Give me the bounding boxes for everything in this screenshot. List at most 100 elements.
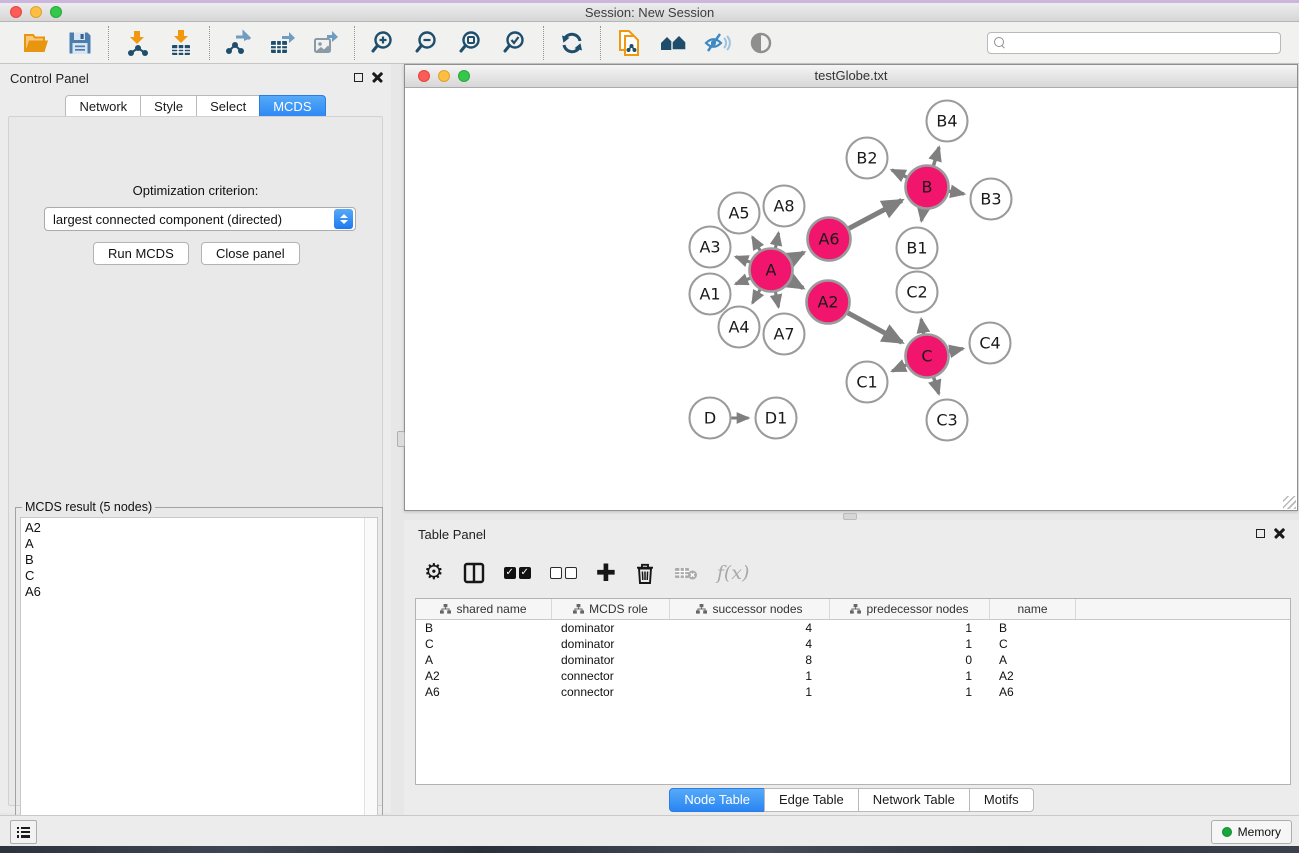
- export-image-button[interactable]: [311, 28, 341, 58]
- delete-column-trash-icon[interactable]: [635, 558, 655, 588]
- duplicate-network-button[interactable]: [614, 28, 644, 58]
- show-columns-icon[interactable]: [463, 558, 485, 588]
- select-all-columns-icon[interactable]: ✓✓: [504, 558, 531, 588]
- network-node-C2[interactable]: C2: [897, 272, 938, 313]
- splitter-knob-left[interactable]: [397, 431, 405, 447]
- table-row[interactable]: A2connector11A2: [416, 668, 1290, 684]
- network-node-B2[interactable]: B2: [847, 138, 888, 179]
- network-node-C4[interactable]: C4: [970, 323, 1011, 364]
- edge-B-B4[interactable]: [934, 147, 939, 165]
- edge-A-A2[interactable]: [791, 281, 804, 288]
- close-panel-button[interactable]: Close panel: [201, 242, 300, 265]
- column-header-successor-nodes[interactable]: successor nodes: [670, 599, 830, 619]
- close-network-button[interactable]: [418, 70, 430, 82]
- float-panel-icon[interactable]: [354, 73, 363, 82]
- result-item[interactable]: A6: [25, 584, 377, 600]
- import-table-button[interactable]: [166, 28, 196, 58]
- result-item[interactable]: B: [25, 552, 377, 568]
- column-header-shared-name[interactable]: shared name: [416, 599, 552, 619]
- close-table-panel-icon[interactable]: [1274, 528, 1285, 539]
- zoom-out-button[interactable]: [412, 28, 442, 58]
- edge-C-C3[interactable]: [934, 377, 939, 393]
- edge-B-B2[interactable]: [892, 170, 907, 177]
- edge-A-A5[interactable]: [752, 237, 760, 250]
- network-node-A8[interactable]: A8: [764, 186, 805, 227]
- table-tab-network-table[interactable]: Network Table: [858, 788, 970, 812]
- network-node-B[interactable]: B: [906, 166, 949, 209]
- table-row[interactable]: A6connector11A6: [416, 684, 1290, 700]
- network-node-A6[interactable]: A6: [808, 218, 851, 261]
- network-node-B4[interactable]: B4: [927, 101, 968, 142]
- network-node-A3[interactable]: A3: [690, 227, 731, 268]
- edge-A-A6[interactable]: [791, 252, 804, 259]
- edge-A2-C[interactable]: [848, 313, 902, 343]
- table-tab-edge-table[interactable]: Edge Table: [764, 788, 859, 812]
- splitter-knob-bottom[interactable]: [843, 513, 857, 520]
- task-history-button[interactable]: [10, 820, 37, 844]
- show-all-button[interactable]: [746, 28, 776, 58]
- zoom-network-button[interactable]: [458, 70, 470, 82]
- float-table-panel-icon[interactable]: [1256, 529, 1265, 538]
- network-node-A7[interactable]: A7: [764, 314, 805, 355]
- network-node-C3[interactable]: C3: [927, 400, 968, 441]
- network-node-A5[interactable]: A5: [719, 193, 760, 234]
- result-scrollbar[interactable]: [364, 518, 377, 843]
- search-field[interactable]: [987, 32, 1281, 54]
- first-neighbors-button[interactable]: [658, 28, 688, 58]
- table-row[interactable]: Bdominator41B: [416, 620, 1290, 636]
- network-node-D[interactable]: D: [690, 398, 731, 439]
- network-node-D1[interactable]: D1: [756, 398, 797, 439]
- network-node-A4[interactable]: A4: [719, 307, 760, 348]
- column-header-name[interactable]: name: [990, 599, 1076, 619]
- edge-A6-B[interactable]: [849, 200, 902, 228]
- run-mcds-button[interactable]: Run MCDS: [93, 242, 189, 265]
- network-node-A[interactable]: A: [750, 249, 793, 292]
- edge-C-C4[interactable]: [949, 349, 963, 352]
- memory-button[interactable]: Memory: [1211, 820, 1292, 844]
- edge-B-B1[interactable]: [921, 209, 923, 221]
- edge-B-B3[interactable]: [949, 191, 964, 194]
- edge-A-A1[interactable]: [736, 278, 750, 284]
- add-column-icon[interactable]: ✚: [596, 558, 616, 588]
- zoom-fit-button[interactable]: [456, 28, 486, 58]
- network-node-A2[interactable]: A2: [807, 281, 850, 324]
- network-node-C[interactable]: C: [906, 335, 949, 378]
- minimize-network-button[interactable]: [438, 70, 450, 82]
- open-session-button[interactable]: [21, 28, 51, 58]
- table-settings-gear-icon[interactable]: ⚙: [424, 558, 444, 588]
- network-canvas[interactable]: AA1A2A3A4A5A6A7A8BB1B2B3B4CC1C2C3C4DD1: [405, 88, 1297, 510]
- edge-C-C1[interactable]: [892, 365, 906, 371]
- zoom-selected-button[interactable]: [500, 28, 530, 58]
- column-header-mcds-role[interactable]: MCDS role: [552, 599, 670, 619]
- zoom-window-button[interactable]: [50, 6, 62, 18]
- resize-grip-icon[interactable]: [1283, 496, 1296, 509]
- export-table-button[interactable]: [267, 28, 297, 58]
- network-window-titlebar[interactable]: testGlobe.txt: [405, 65, 1297, 88]
- refresh-button[interactable]: [557, 28, 587, 58]
- edge-A-A7[interactable]: [775, 292, 778, 307]
- edge-A-A3[interactable]: [736, 257, 750, 262]
- edge-C-C2[interactable]: [921, 319, 923, 334]
- close-window-button[interactable]: [10, 6, 22, 18]
- export-network-button[interactable]: [223, 28, 253, 58]
- table-row[interactable]: Cdominator41C: [416, 636, 1290, 652]
- close-panel-icon[interactable]: [372, 72, 383, 83]
- network-node-A1[interactable]: A1: [690, 274, 731, 315]
- result-item[interactable]: A: [25, 536, 377, 552]
- table-tab-motifs[interactable]: Motifs: [969, 788, 1034, 812]
- node-table[interactable]: shared nameMCDS rolesuccessor nodesprede…: [415, 598, 1291, 785]
- table-tab-node-table[interactable]: Node Table: [669, 788, 765, 812]
- column-header-predecessor-nodes[interactable]: predecessor nodes: [830, 599, 990, 619]
- network-node-B1[interactable]: B1: [897, 228, 938, 269]
- criterion-dropdown[interactable]: largest connected component (directed): [44, 207, 356, 231]
- minimize-window-button[interactable]: [30, 6, 42, 18]
- table-row[interactable]: Adominator80A: [416, 652, 1290, 668]
- edge-A-A4[interactable]: [752, 290, 760, 303]
- unselect-all-columns-icon[interactable]: [550, 558, 577, 588]
- search-input[interactable]: [1011, 36, 1274, 50]
- zoom-in-button[interactable]: [368, 28, 398, 58]
- mcds-result-list[interactable]: A2ABCA6: [20, 517, 378, 844]
- edge-A-A8[interactable]: [775, 233, 778, 248]
- hide-selected-button[interactable]: [702, 28, 732, 58]
- result-item[interactable]: A2: [25, 520, 377, 536]
